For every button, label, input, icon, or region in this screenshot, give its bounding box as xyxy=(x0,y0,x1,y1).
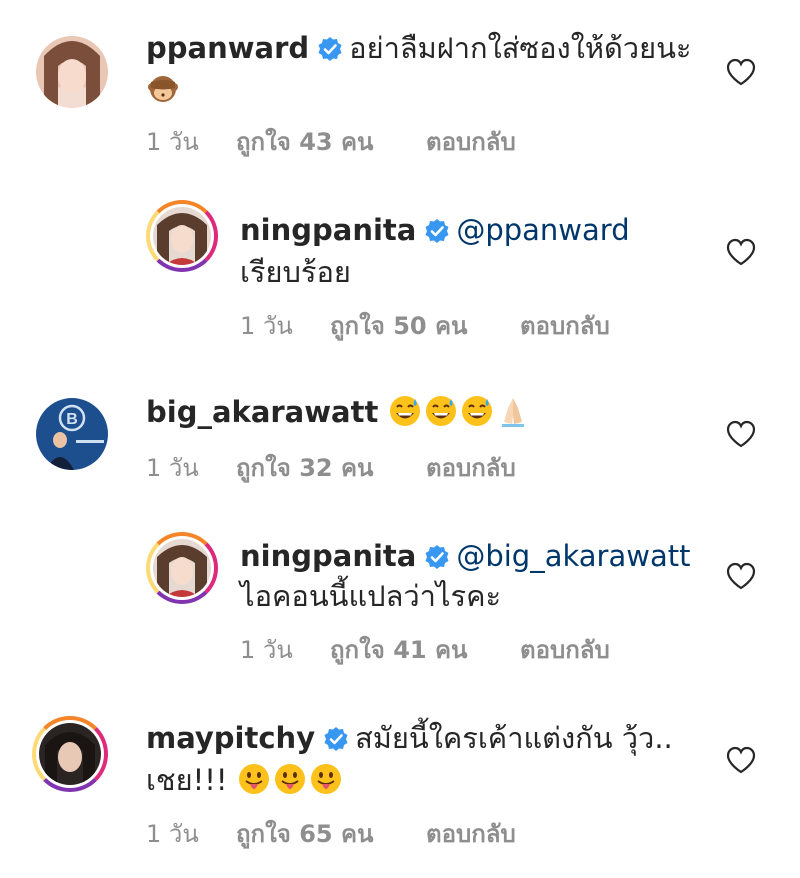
comment-meta: 1 วัน ถูกใจ 43 คน ตอบกลับ xyxy=(146,122,516,161)
avatar[interactable] xyxy=(36,36,108,108)
username[interactable]: ningpanita xyxy=(240,539,416,573)
comment-text-2: เชย!!! xyxy=(146,763,228,797)
username[interactable]: ningpanita xyxy=(240,213,416,247)
comment-emoji-line xyxy=(146,70,182,110)
grinning-sweat-icon xyxy=(460,394,494,428)
likes-count[interactable]: ถูกใจ 65 คน xyxy=(236,814,426,853)
like-heart-icon[interactable] xyxy=(726,238,756,266)
comment-time: 1 วัน xyxy=(240,312,293,340)
likes-count[interactable]: ถูกใจ 32 คน xyxy=(236,448,426,487)
reply-button[interactable]: ตอบกลับ xyxy=(426,122,516,161)
comment-text: เรียบร้อย xyxy=(240,255,351,289)
comment-body: big_akarawatt xyxy=(146,392,532,432)
comment-body: ningpanita @ppanward xyxy=(240,210,630,250)
comment-body: maypitchy สมัยนี้ใครเค้าแต่งกัน วุ้ว.. xyxy=(146,718,673,758)
folded-hands-icon xyxy=(496,394,530,428)
tongue-face-icon xyxy=(309,762,343,796)
likes-count[interactable]: ถูกใจ 50 คน xyxy=(330,306,520,345)
avatar[interactable] xyxy=(32,716,108,792)
comment-body: ppanward อย่าลืมฝากใส่ซองให้ด้วยนะ xyxy=(146,28,691,68)
verified-badge-icon xyxy=(317,36,343,62)
username[interactable]: ppanward xyxy=(146,31,309,65)
avatar[interactable] xyxy=(146,200,218,272)
comment-time: 1 วัน xyxy=(240,636,293,664)
username[interactable]: big_akarawatt xyxy=(146,395,378,429)
comment-meta: 1 วัน ถูกใจ 50 คน ตอบกลับ xyxy=(240,306,610,345)
likes-count[interactable]: ถูกใจ 43 คน xyxy=(236,122,426,161)
like-heart-icon[interactable] xyxy=(726,58,756,86)
comment-time: 1 วัน xyxy=(146,820,199,848)
like-heart-icon[interactable] xyxy=(726,562,756,590)
verified-badge-icon xyxy=(424,544,450,570)
tongue-face-icon xyxy=(273,762,307,796)
reply-button[interactable]: ตอบกลับ xyxy=(426,448,516,487)
likes-count[interactable]: ถูกใจ 41 คน xyxy=(330,630,520,669)
comment-time: 1 วัน xyxy=(146,454,199,482)
avatar[interactable] xyxy=(146,532,218,604)
comment-text-line: เชย!!! xyxy=(146,760,345,800)
mention-link[interactable]: @ppanward xyxy=(456,213,629,247)
reply-button[interactable]: ตอบกลับ xyxy=(520,630,610,669)
see-no-evil-monkey-icon xyxy=(146,72,180,106)
verified-badge-icon xyxy=(424,218,450,244)
comment-text: อย่าลืมฝากใส่ซองให้ด้วยนะ xyxy=(349,31,692,65)
tongue-face-icon xyxy=(237,762,271,796)
svg-text:B: B xyxy=(66,411,78,428)
avatar[interactable]: B xyxy=(36,398,108,470)
like-heart-icon[interactable] xyxy=(726,420,756,448)
grinning-sweat-icon xyxy=(424,394,458,428)
reply-button[interactable]: ตอบกลับ xyxy=(520,306,610,345)
comment-body: ningpanita @big_akarawatt xyxy=(240,536,690,576)
mention-link[interactable]: @big_akarawatt xyxy=(456,539,690,573)
comment-text: ไอคอนนี้แปลว่าไรคะ xyxy=(240,579,502,613)
comment-meta: 1 วัน ถูกใจ 41 คน ตอบกลับ xyxy=(240,630,610,669)
grinning-sweat-icon xyxy=(388,394,422,428)
reply-button[interactable]: ตอบกลับ xyxy=(426,814,516,853)
comment-meta: 1 วัน ถูกใจ 32 คน ตอบกลับ xyxy=(146,448,516,487)
comment-time: 1 วัน xyxy=(146,128,199,156)
comment-meta: 1 วัน ถูกใจ 65 คน ตอบกลับ xyxy=(146,814,516,853)
like-heart-icon[interactable] xyxy=(726,746,756,774)
username[interactable]: maypitchy xyxy=(146,721,315,755)
verified-badge-icon xyxy=(323,726,349,752)
comment-text-line: เรียบร้อย xyxy=(240,252,351,292)
comment-text-line: ไอคอนนี้แปลว่าไรคะ xyxy=(240,576,501,616)
comment-text: สมัยนี้ใครเค้าแต่งกัน วุ้ว.. xyxy=(355,721,673,755)
